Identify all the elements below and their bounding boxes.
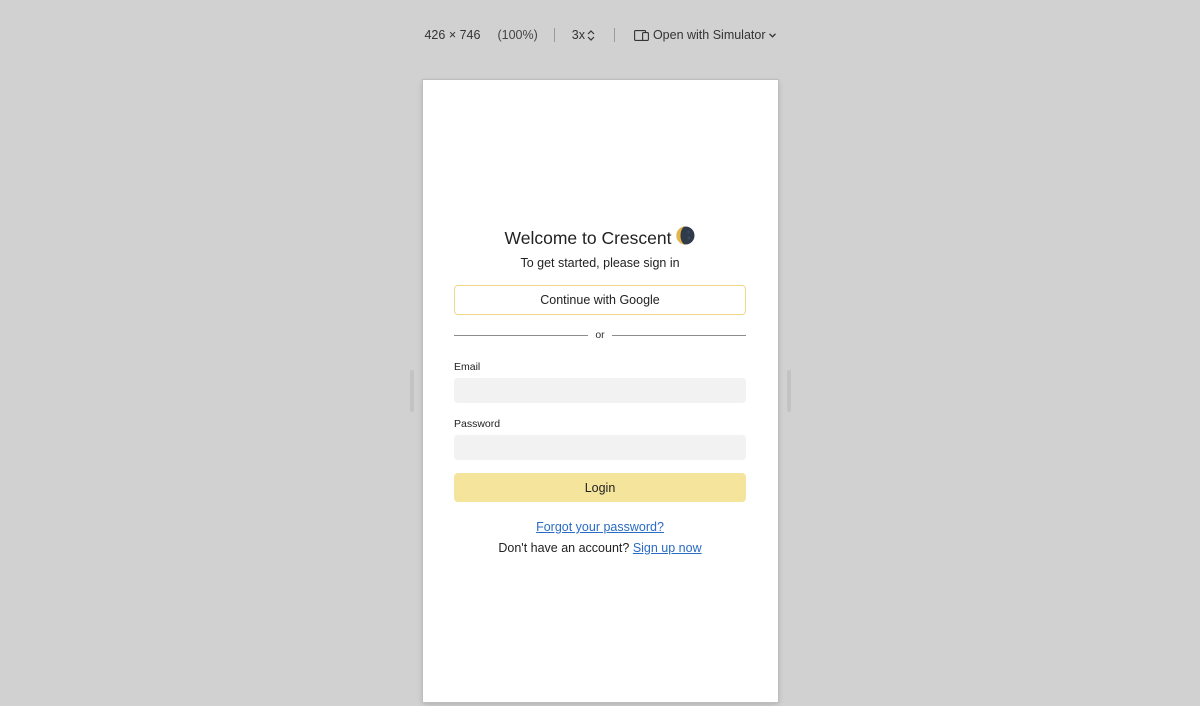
divider-line <box>454 334 589 336</box>
title-text: Welcome to Crescent <box>504 227 672 248</box>
or-divider: or <box>454 327 746 343</box>
password-field[interactable] <box>454 435 746 460</box>
sign-up-link[interactable]: Sign up now <box>633 541 702 555</box>
preview-toolbar: 426 × 746 (100%) 3x Open with Simulator <box>0 0 1200 70</box>
resize-handle-right[interactable] <box>787 370 791 412</box>
divider-line <box>611 334 746 336</box>
forgot-password-row: Forgot your password? <box>454 520 746 534</box>
viewport-dimensions: 426 × 746 <box>424 28 481 42</box>
updown-chevron-icon <box>587 29 595 41</box>
open-with-simulator-label: Open with Simulator <box>652 28 766 42</box>
device-preview: Welcome to Crescent To get started, plea… <box>423 80 778 702</box>
continue-with-google-button[interactable]: Continue with Google <box>454 285 746 315</box>
toolbar-separator <box>613 28 615 42</box>
resize-handle-left[interactable] <box>410 370 414 412</box>
toolbar-separator <box>553 28 555 42</box>
scale-value: 3x <box>571 28 585 42</box>
scale-selector[interactable]: 3x <box>572 28 595 42</box>
login-button[interactable]: Login <box>454 473 746 502</box>
email-field[interactable] <box>454 378 746 403</box>
divider-text: or <box>595 329 605 341</box>
email-label: Email <box>454 361 481 373</box>
zoom-level: (100%) <box>497 28 538 42</box>
chevron-down-icon <box>768 32 776 38</box>
page-title: Welcome to Crescent <box>454 226 746 250</box>
moon-icon <box>676 226 695 250</box>
password-label: Password <box>454 418 501 430</box>
no-account-text: Don't have an account? <box>498 541 633 555</box>
device-icon <box>634 29 649 41</box>
subtitle: To get started, please sign in <box>520 256 680 270</box>
open-with-simulator-button[interactable]: Open with Simulator <box>634 28 776 42</box>
forgot-password-link[interactable]: Forgot your password? <box>536 520 664 534</box>
signup-row: Don't have an account? Sign up now <box>454 541 746 555</box>
